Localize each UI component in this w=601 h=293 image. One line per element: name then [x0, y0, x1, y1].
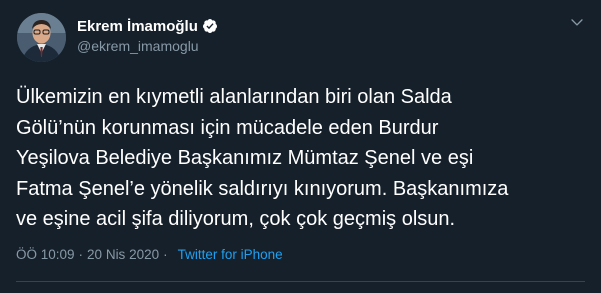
- tweet-text-line: Fatma Şenel’e yönelik saldırıyı kınıyoru…: [16, 177, 509, 200]
- tweet-text-line: Gölü’nün korunması için mücadele eden Bu…: [16, 116, 439, 139]
- tweet-meta: ÖÖ 10:09 · 20 Nis 2020 · Twitter for iPh…: [16, 247, 283, 262]
- author-display-name[interactable]: Ekrem İmamoğlu: [77, 18, 198, 35]
- tweet-text: Ülkemizin en kıymetli alanlarından biri …: [16, 82, 588, 235]
- verified-badge-icon: [202, 18, 218, 34]
- tweet-text-line: Yeşilova Belediye Başkanımız Mümtaz Şene…: [16, 147, 474, 169]
- author-name-row[interactable]: Ekrem İmamoğlu: [77, 16, 218, 36]
- tweet-card: Ekrem İmamoğlu @ekrem_imamoglu Ülkemizin…: [0, 0, 601, 293]
- tweet-source-link[interactable]: Twitter for iPhone: [178, 247, 283, 262]
- tweet-time[interactable]: ÖÖ 10:09: [16, 247, 75, 262]
- divider: [16, 281, 585, 282]
- meta-separator: ·: [78, 247, 84, 262]
- avatar[interactable]: [17, 13, 66, 62]
- tweet-text-line: Ülkemizin en kıymetli alanlarından biri …: [16, 86, 452, 108]
- author-handle[interactable]: @ekrem_imamoglu: [77, 38, 199, 54]
- chevron-down-icon[interactable]: [569, 14, 585, 30]
- tweet-date[interactable]: 20 Nis 2020: [87, 247, 159, 262]
- meta-separator: ·: [163, 247, 168, 262]
- tweet-text-line: ve eşine acil şifa diliyorum, çok çok ge…: [16, 208, 456, 230]
